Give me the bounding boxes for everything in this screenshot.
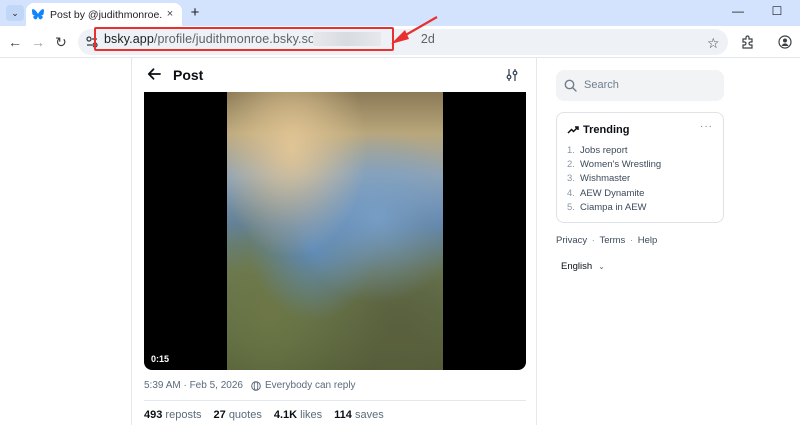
new-tab-button[interactable]: + [188, 4, 202, 21]
trending-up-icon [567, 126, 579, 134]
reply-setting: Everybody can reply [264, 380, 356, 391]
trending-list: 1. Jobs report 2. Women's Wrestling 3. Wish… [567, 145, 661, 216]
globe-icon [251, 380, 261, 391]
chevron-down-icon: ⌄ [598, 262, 605, 271]
browser-tab-active[interactable]: Post by @judithmonroe.bsky × [26, 3, 182, 26]
privacy-link[interactable]: Privacy [556, 235, 587, 246]
profile-icon[interactable] [778, 35, 792, 49]
tab-title: Post by @judithmonroe.bsky [50, 8, 162, 21]
terms-link[interactable]: Terms [599, 235, 625, 246]
stat-saves[interactable]: 114 saves [334, 409, 384, 421]
post-meta: 5:39 AM · Feb 5, 2026 Everybody can repl… [144, 380, 356, 391]
link-separator: · [629, 235, 634, 246]
maximize-button[interactable]: ☐ [770, 4, 784, 18]
video-frame [227, 92, 443, 370]
post-stats: 493 reposts 27 quotes 4.1K likes 114 sav… [144, 409, 396, 421]
chevron-down-icon: ⌄ [11, 7, 19, 18]
extensions-icon[interactable] [741, 35, 755, 49]
search-icon [564, 79, 577, 92]
back-button[interactable]: ← [7, 34, 23, 50]
stat-reposts[interactable]: 493 reposts [144, 409, 202, 421]
divider [144, 400, 526, 401]
trending-item[interactable]: 5. Ciampa in AEW [567, 202, 661, 216]
bookmark-star-icon[interactable]: ☆ [707, 35, 720, 52]
footer-links: Privacy · Terms · Help [556, 235, 657, 246]
sliders-icon[interactable] [505, 68, 519, 82]
close-icon[interactable]: × [164, 8, 176, 20]
reload-button[interactable]: ↻ [53, 34, 69, 50]
language-label: English [561, 261, 593, 272]
trending-card: Trending ··· 1. Jobs report 2. Women's Wre… [556, 112, 724, 223]
back-arrow-icon[interactable] [146, 66, 162, 82]
stat-likes[interactable]: 4.1K likes [274, 409, 322, 421]
trending-item[interactable]: 2. Women's Wrestling [567, 159, 661, 173]
trending-header: Trending [567, 124, 629, 136]
language-select[interactable]: English ⌄ [561, 261, 605, 272]
video-duration: 0:15 [151, 354, 170, 364]
video-player[interactable]: 0:15 [144, 92, 526, 370]
trending-title: Trending [583, 124, 630, 136]
annotation-arrow-icon [391, 16, 438, 44]
minimize-button[interactable]: — [731, 4, 745, 18]
post-header: Post [132, 58, 536, 92]
trending-item[interactable]: 1. Jobs report [567, 145, 661, 159]
url-highlight-box [94, 27, 394, 51]
trending-item[interactable]: 4. AEW Dynamite [567, 188, 661, 202]
search-placeholder: Search [584, 79, 619, 91]
page-title: Post [173, 67, 204, 83]
forward-button[interactable]: → [30, 34, 46, 50]
help-link[interactable]: Help [638, 235, 658, 246]
more-options-icon[interactable]: ··· [700, 121, 713, 132]
butterfly-icon [32, 9, 44, 21]
trending-item[interactable]: 3. Wishmaster [567, 173, 661, 187]
link-separator: · [591, 235, 595, 246]
post-timestamp[interactable]: 5:39 AM · Feb 5, 2026 [144, 380, 243, 391]
tab-search-button[interactable]: ⌄ [6, 5, 24, 21]
stat-quotes[interactable]: 27 quotes [214, 409, 262, 421]
search-input[interactable]: Search [556, 70, 724, 101]
post-thread-column: Post 0:15 5:39 AM · Feb 5, 2026 Everybod… [131, 58, 537, 425]
